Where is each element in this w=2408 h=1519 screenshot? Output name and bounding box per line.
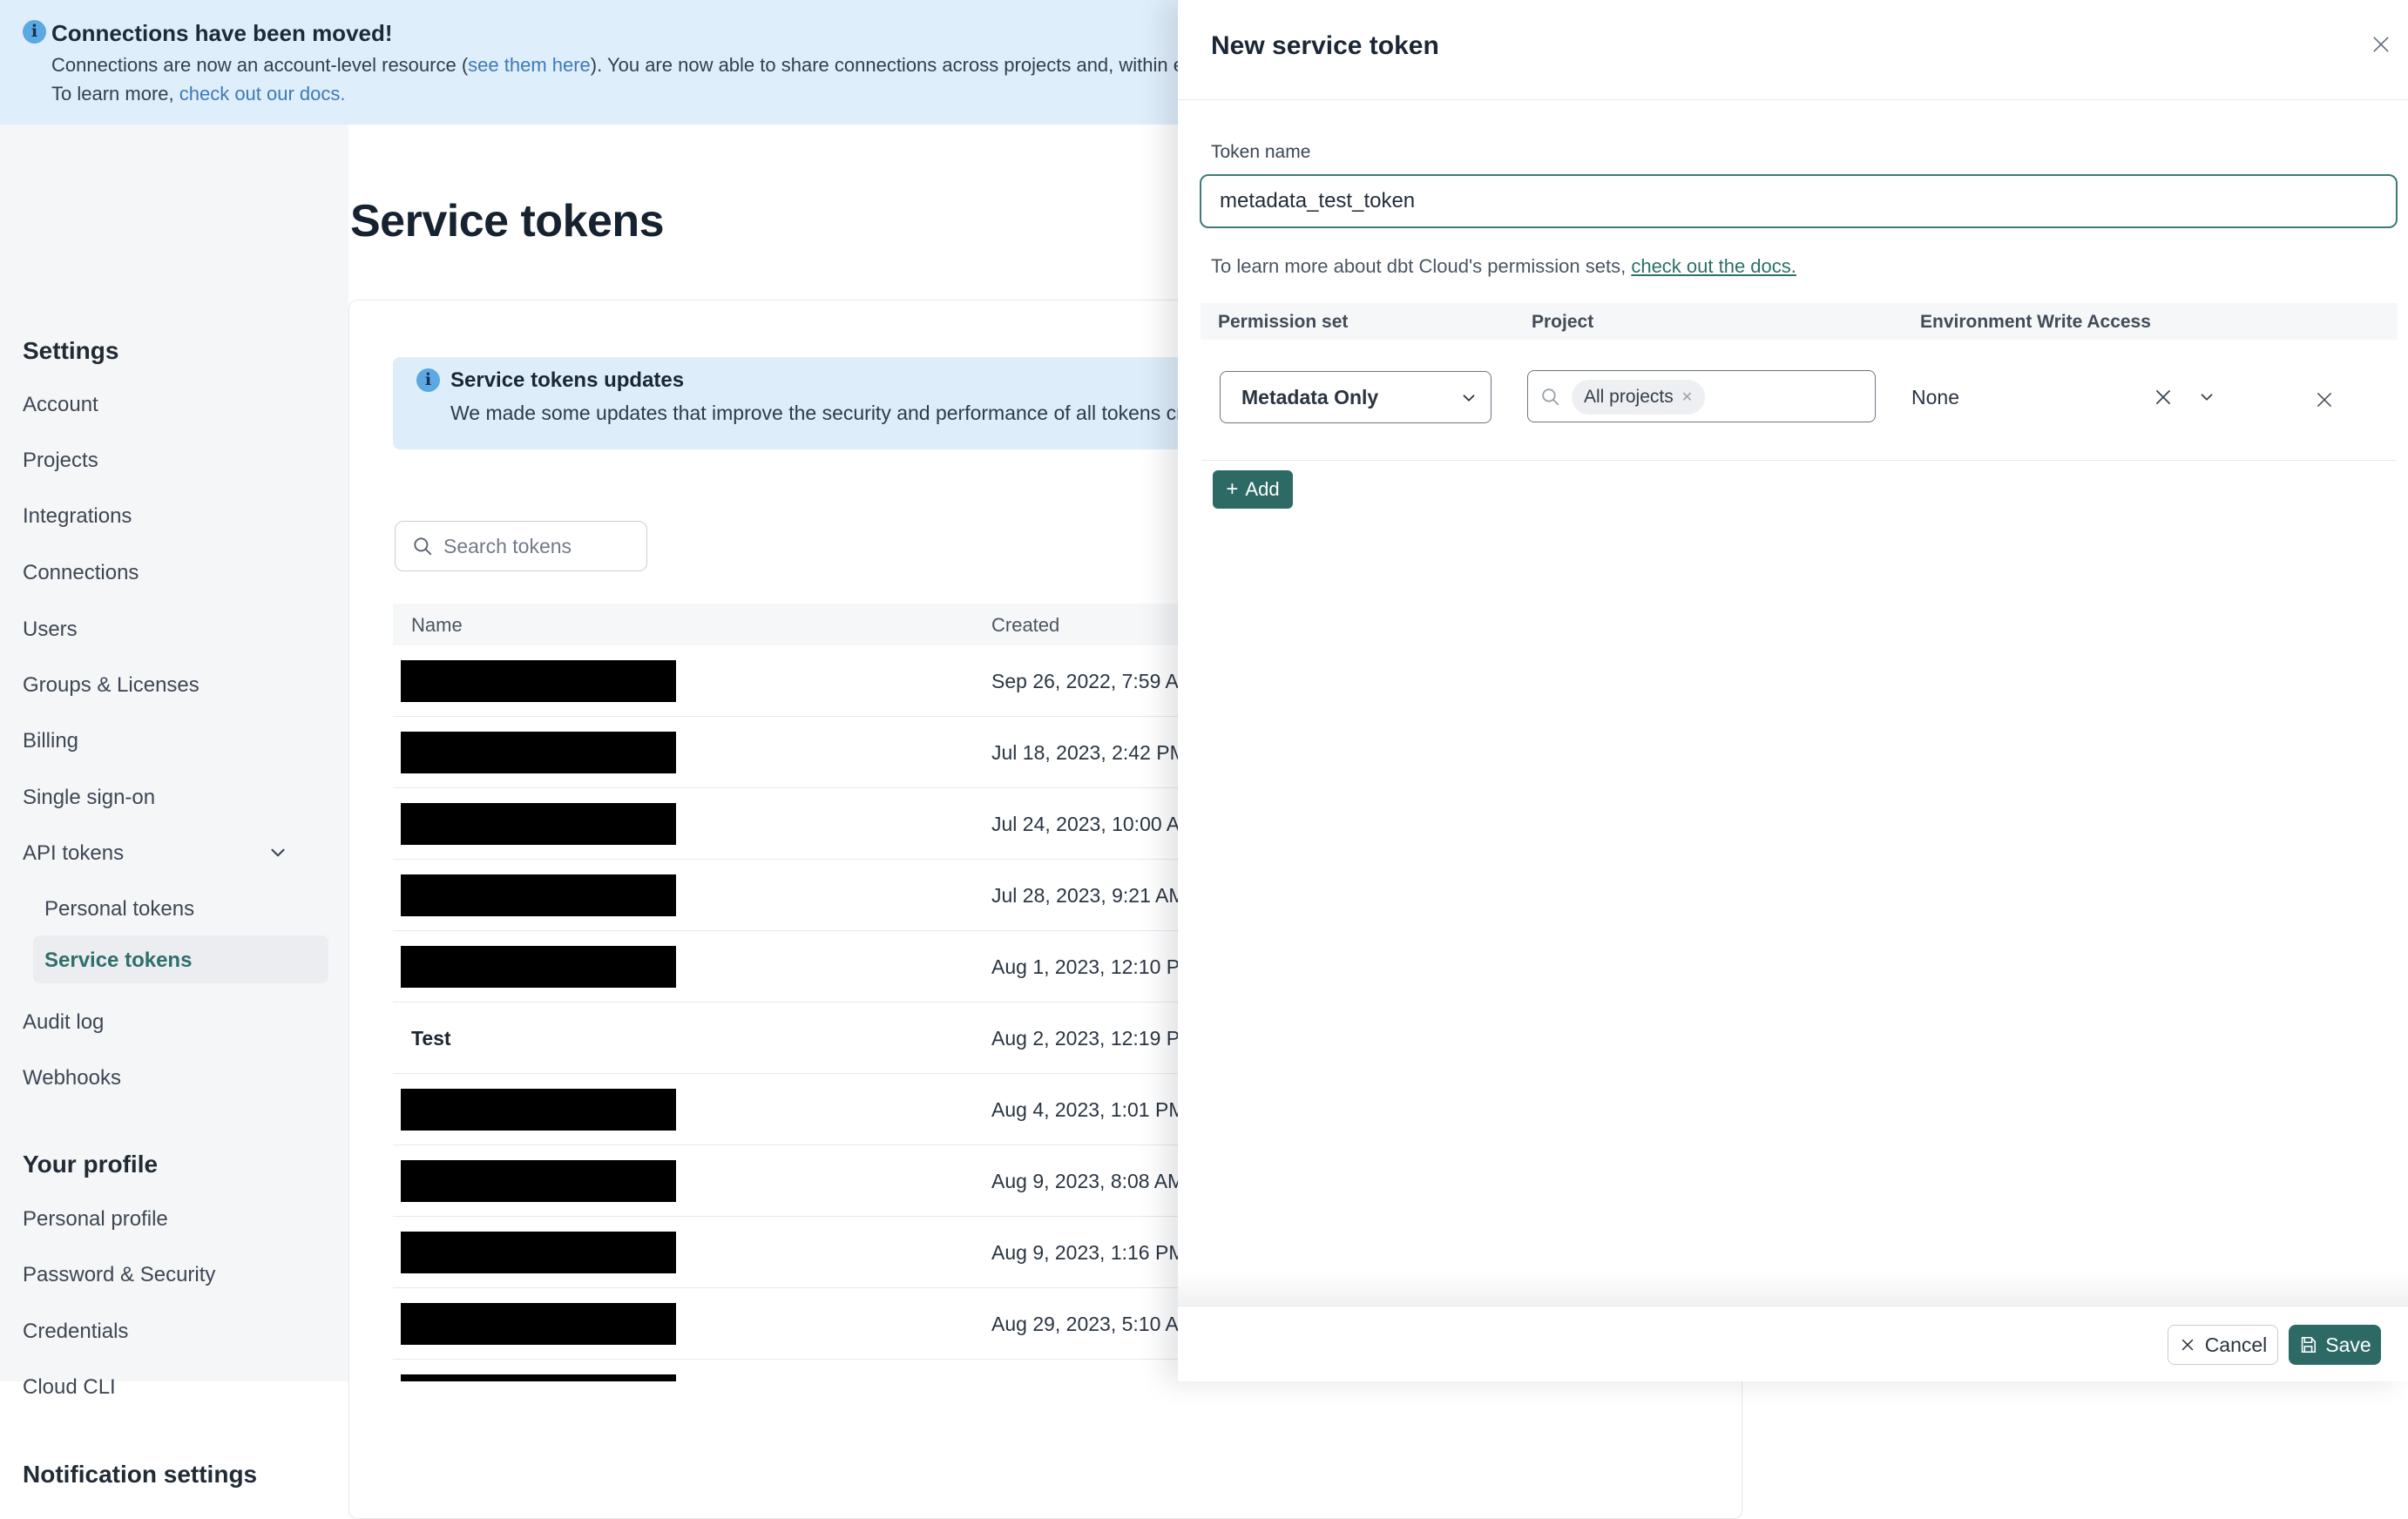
sidebar-item-cloud-cli[interactable]: Cloud CLI <box>23 1375 116 1400</box>
save-button-label: Save <box>2325 1333 2371 1356</box>
redacted-name-bar <box>401 803 676 845</box>
form-row-divider <box>1201 460 2397 461</box>
all-projects-chip[interactable]: All projects ✕ <box>1572 380 1706 415</box>
permissions-grid-header: Permission set Project Environment Write… <box>1201 303 2398 340</box>
chevron-down-icon[interactable] <box>267 841 289 864</box>
redacted-name-bar <box>401 1160 676 1202</box>
project-multiselect[interactable]: All projects ✕ <box>1527 370 2213 422</box>
sidebar-item-connections[interactable]: Connections <box>23 561 139 585</box>
info-icon: i <box>23 20 46 44</box>
sidebar-item-service-tokens[interactable]: Service tokens <box>44 949 192 973</box>
permission-set-select[interactable]: Metadata Only <box>1220 371 1491 423</box>
sidebar-item-webhooks[interactable]: Webhooks <box>23 1066 121 1090</box>
close-icon <box>2179 1336 2196 1354</box>
redacted-name-bar <box>401 660 676 702</box>
chip-remove-icon[interactable]: ✕ <box>1681 388 1693 406</box>
banner-line2-pre: Connections are now an account-level res… <box>51 54 469 76</box>
panel-title: New service token <box>1211 31 1439 60</box>
close-icon[interactable] <box>2369 32 2393 57</box>
sidebar-item-projects[interactable]: Projects <box>23 449 98 473</box>
see-them-here-link[interactable]: see them here <box>468 54 591 76</box>
banner-line-2: Connections are now an account-level res… <box>51 54 1237 77</box>
panel-footer: Cancel Save <box>1178 1306 2408 1381</box>
panel-header-divider <box>1178 99 2408 100</box>
sidebar-heading-notification-settings: Notification settings <box>23 1461 258 1488</box>
search-icon <box>1539 386 1561 408</box>
remove-row-icon[interactable] <box>2313 388 2336 411</box>
sidebar-item-account[interactable]: Account <box>23 393 98 417</box>
column-header-name: Name <box>411 614 463 636</box>
settings-sidebar: Settings Account Projects Integrations C… <box>0 125 348 1488</box>
search-icon <box>411 535 434 557</box>
banner-line-3: To learn more, check out our docs. <box>51 83 346 105</box>
info-icon: i <box>416 368 440 392</box>
environment-write-access-value: None <box>1911 386 1959 408</box>
banner-line2-post: ). You are now able to share connections… <box>590 54 1238 76</box>
chevron-down-icon[interactable] <box>2197 388 2216 407</box>
sidebar-item-personal-profile[interactable]: Personal profile <box>23 1207 168 1232</box>
sidebar-item-api-tokens[interactable]: API tokens <box>23 841 124 866</box>
column-header-permission-set: Permission set <box>1218 312 1349 332</box>
save-button[interactable]: Save <box>2289 1325 2381 1365</box>
sidebar-item-personal-tokens[interactable]: Personal tokens <box>44 897 194 922</box>
chip-label: All projects <box>1584 387 1674 407</box>
redacted-name-bar <box>401 732 676 773</box>
sidebar-heading-settings: Settings <box>23 337 119 364</box>
alert-body: We made some updates that improve the se… <box>450 402 1234 424</box>
check-out-docs-link[interactable]: check out our docs. <box>179 83 346 105</box>
banner-title: Connections have been moved! <box>51 20 393 46</box>
add-permission-button[interactable]: + Add <box>1213 470 1293 509</box>
permission-help-text: To learn more about dbt Cloud's permissi… <box>1211 255 1796 278</box>
sidebar-heading-your-profile: Your profile <box>23 1151 159 1178</box>
cancel-button[interactable]: Cancel <box>2168 1325 2278 1365</box>
redacted-name-bar <box>401 1303 676 1345</box>
sidebar-item-single-sign-on[interactable]: Single sign-on <box>23 786 155 810</box>
redacted-name-bar <box>401 1089 676 1131</box>
column-header-project: Project <box>1532 312 1594 332</box>
token-name-field-border <box>1200 174 2398 228</box>
alert-title: Service tokens updates <box>450 368 685 392</box>
permission-set-value: Metadata Only <box>1241 386 1379 408</box>
page-title: Service tokens <box>350 196 665 246</box>
chevron-down-icon <box>1459 388 1478 408</box>
save-icon <box>2298 1335 2317 1354</box>
sidebar-item-billing[interactable]: Billing <box>23 729 78 753</box>
search-input[interactable] <box>443 522 639 570</box>
banner-line3-pre: To learn more, <box>51 83 179 105</box>
sidebar-item-integrations[interactable]: Integrations <box>23 504 132 529</box>
token-name-label: Token name <box>1211 142 1311 162</box>
sidebar-item-audit-log[interactable]: Audit log <box>23 1010 104 1035</box>
token-name-cell: Test <box>411 1027 451 1050</box>
plus-icon: + <box>1226 477 1239 501</box>
search-tokens-box <box>395 521 647 571</box>
clear-selection-icon[interactable] <box>2152 386 2175 408</box>
column-header-created: Created <box>991 614 1060 636</box>
redacted-name-bar <box>401 1232 676 1273</box>
redacted-name-bar <box>401 1374 676 1381</box>
redacted-name-bar <box>401 874 676 916</box>
sidebar-item-groups-licenses[interactable]: Groups & Licenses <box>23 673 200 698</box>
sidebar-item-credentials[interactable]: Credentials <box>23 1320 128 1344</box>
add-button-label: Add <box>1245 478 1280 500</box>
sidebar-item-password-security[interactable]: Password & Security <box>23 1263 215 1287</box>
column-header-environment-write-access: Environment Write Access <box>1920 312 2151 332</box>
redacted-name-bar <box>401 946 676 988</box>
check-out-the-docs-link[interactable]: check out the docs. <box>1631 255 1796 277</box>
token-name-input[interactable] <box>1220 176 2378 226</box>
cancel-button-label: Cancel <box>2204 1333 2268 1356</box>
help-pre: To learn more about dbt Cloud's permissi… <box>1211 255 1632 277</box>
new-service-token-panel: New service token Token name To learn mo… <box>1178 0 2408 1381</box>
footer-scroll-shadow <box>1178 1271 2408 1306</box>
sidebar-item-users[interactable]: Users <box>23 618 78 642</box>
